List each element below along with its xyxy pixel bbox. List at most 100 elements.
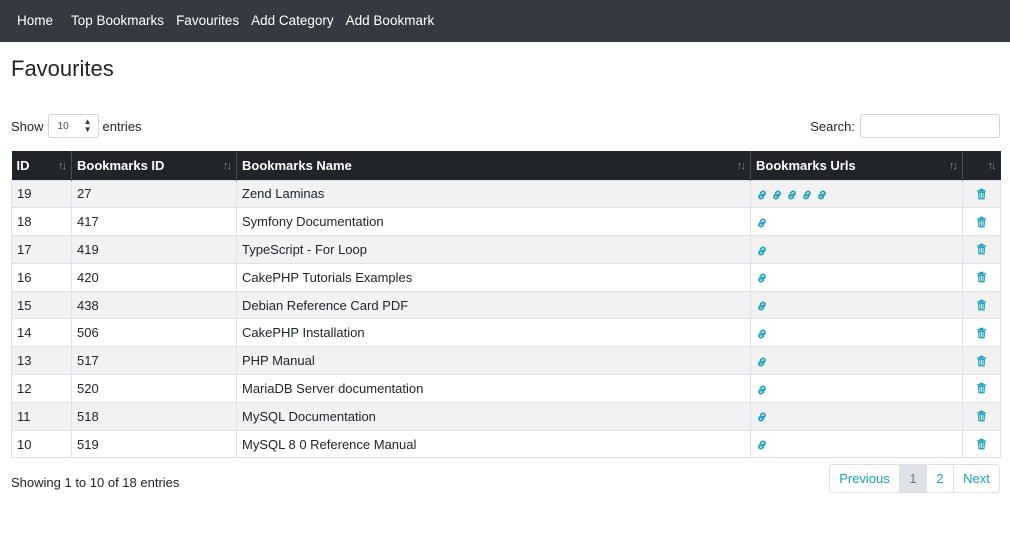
trash-icon[interactable] bbox=[976, 243, 987, 255]
cell-id: 19 bbox=[11, 179, 72, 209]
entries-label: entries bbox=[102, 118, 142, 134]
cell-id: 16 bbox=[11, 262, 72, 292]
cell-bookmark-id: 519 bbox=[71, 429, 237, 459]
sort-icon: ↑↓ bbox=[58, 160, 67, 172]
link-icon[interactable] bbox=[756, 439, 768, 451]
cell-bookmark-name: PHP Manual bbox=[236, 346, 751, 376]
nav-favourites[interactable]: Favourites bbox=[170, 0, 245, 42]
trash-icon[interactable] bbox=[976, 188, 987, 200]
link-icon[interactable] bbox=[801, 189, 813, 201]
cell-id: 17 bbox=[11, 235, 72, 264]
link-icon[interactable] bbox=[756, 189, 768, 201]
link-icon[interactable] bbox=[756, 217, 768, 229]
table-row: 19 27 Zend Laminas bbox=[11, 179, 1001, 209]
trash-icon[interactable] bbox=[976, 299, 987, 311]
trash-icon[interactable] bbox=[976, 382, 987, 394]
show-label: Show bbox=[11, 118, 44, 134]
link-icon[interactable] bbox=[756, 384, 768, 396]
entries-select[interactable]: 10 ▲ ▼ bbox=[47, 114, 99, 138]
link-icon[interactable] bbox=[756, 272, 768, 284]
cell-actions bbox=[962, 235, 1001, 264]
cell-id: 18 bbox=[11, 207, 72, 237]
link-icon[interactable] bbox=[756, 300, 768, 312]
table-header-row: ID ↑↓ Bookmarks ID ↑↓ Bookmarks Name ↑↓ Boo… bbox=[11, 151, 1001, 180]
table-row: 15 438 Debian Reference Card PDF bbox=[11, 290, 1001, 320]
cell-id: 12 bbox=[11, 374, 72, 403]
col-header-actions[interactable]: ↑↓ bbox=[962, 151, 1001, 180]
cell-bookmark-name: CakePHP Tutorials Examples bbox=[236, 262, 751, 292]
nav-home[interactable]: Home bbox=[11, 0, 59, 42]
cell-actions bbox=[962, 262, 1001, 292]
link-icon[interactable] bbox=[756, 356, 768, 368]
cell-bookmark-id: 517 bbox=[71, 346, 237, 376]
cell-actions bbox=[962, 401, 1001, 431]
entries-select-value: 10 bbox=[57, 120, 69, 132]
cell-bookmark-urls bbox=[750, 235, 963, 264]
cell-actions bbox=[962, 207, 1001, 237]
favourites-table: ID ↑↓ Bookmarks ID ↑↓ Bookmarks Name ↑↓ Boo… bbox=[11, 151, 1001, 459]
cell-bookmark-id: 506 bbox=[71, 318, 237, 348]
pagination-next[interactable]: Next bbox=[953, 464, 1000, 493]
pagination: Previous 1 2 Next bbox=[829, 464, 1000, 493]
entries-length: Show 10 ▲ ▼ entries bbox=[11, 114, 142, 138]
col-header-bookmarks-id[interactable]: Bookmarks ID ↑↓ bbox=[71, 151, 237, 180]
cell-bookmark-id: 27 bbox=[71, 179, 237, 209]
link-icon[interactable] bbox=[756, 411, 768, 423]
cell-id: 15 bbox=[11, 290, 72, 320]
cell-bookmark-urls bbox=[750, 179, 963, 209]
trash-icon[interactable] bbox=[976, 216, 987, 228]
link-icon[interactable] bbox=[756, 245, 768, 257]
search-label: Search: bbox=[810, 118, 855, 134]
sort-icon: ↑↓ bbox=[987, 160, 997, 172]
cell-id: 13 bbox=[11, 346, 72, 376]
cell-bookmark-urls bbox=[750, 262, 963, 292]
table-row: 14 506 CakePHP Installation bbox=[11, 318, 1001, 348]
cell-bookmark-id: 518 bbox=[71, 401, 237, 431]
search: Search: bbox=[810, 114, 1000, 138]
table-row: 12 520 MariaDB Server documentation bbox=[11, 374, 1001, 403]
trash-icon[interactable] bbox=[976, 438, 987, 450]
cell-actions bbox=[962, 374, 1001, 403]
pagination-page-2[interactable]: 2 bbox=[926, 464, 954, 493]
cell-actions bbox=[962, 318, 1001, 348]
cell-bookmark-name: Symfony Documentation bbox=[236, 207, 751, 237]
table-row: 10 519 MySQL 8 0 Reference Manual bbox=[11, 429, 1001, 459]
table-body: 19 27 Zend Laminas 18 417 Symfony Documentati… bbox=[11, 179, 1001, 459]
trash-icon[interactable] bbox=[976, 410, 987, 422]
col-header-bookmarks-urls[interactable]: Bookmarks Urls ↑↓ bbox=[750, 151, 963, 180]
nav-add-bookmark[interactable]: Add Bookmark bbox=[340, 0, 441, 42]
cell-bookmark-urls bbox=[750, 346, 963, 376]
page-title: Favourites bbox=[11, 56, 114, 81]
col-header-bookmarks-name[interactable]: Bookmarks Name ↑↓ bbox=[236, 151, 751, 180]
pagination-page-1[interactable]: 1 bbox=[899, 464, 927, 493]
table-row: 17 419 TypeScript - For Loop bbox=[11, 235, 1001, 264]
cell-actions bbox=[962, 179, 1001, 209]
trash-icon[interactable] bbox=[976, 355, 987, 367]
nav-top-bookmarks[interactable]: Top Bookmarks bbox=[65, 0, 170, 42]
cell-bookmark-urls bbox=[750, 290, 963, 320]
pagination-previous[interactable]: Previous bbox=[829, 464, 900, 493]
trash-icon[interactable] bbox=[976, 271, 987, 283]
cell-id: 10 bbox=[11, 429, 72, 459]
table-row: 18 417 Symfony Documentation bbox=[11, 207, 1001, 237]
table-row: 13 517 PHP Manual bbox=[11, 346, 1001, 376]
cell-actions bbox=[962, 429, 1001, 459]
link-icon[interactable] bbox=[816, 189, 828, 201]
link-icon[interactable] bbox=[786, 189, 798, 201]
cell-bookmark-id: 420 bbox=[71, 262, 237, 292]
link-icon[interactable] bbox=[756, 328, 768, 340]
table-row: 11 518 MySQL Documentation bbox=[11, 401, 1001, 431]
cell-actions bbox=[962, 346, 1001, 376]
search-input[interactable] bbox=[860, 114, 1000, 138]
trash-icon[interactable] bbox=[976, 327, 987, 339]
sort-icon: ↑↓ bbox=[949, 160, 958, 172]
nav-add-category[interactable]: Add Category bbox=[245, 0, 340, 42]
cell-id: 14 bbox=[11, 318, 72, 348]
link-icon[interactable] bbox=[771, 189, 783, 201]
top-navbar: Home Top Bookmarks Favourites Add Catego… bbox=[0, 0, 1010, 42]
cell-bookmark-urls bbox=[750, 429, 963, 459]
cell-bookmark-urls bbox=[750, 401, 963, 431]
table-toolbar: Show 10 ▲ ▼ entries Search: bbox=[11, 114, 1000, 138]
col-header-id[interactable]: ID ↑↓ bbox=[11, 151, 72, 180]
cell-actions bbox=[962, 290, 1001, 320]
